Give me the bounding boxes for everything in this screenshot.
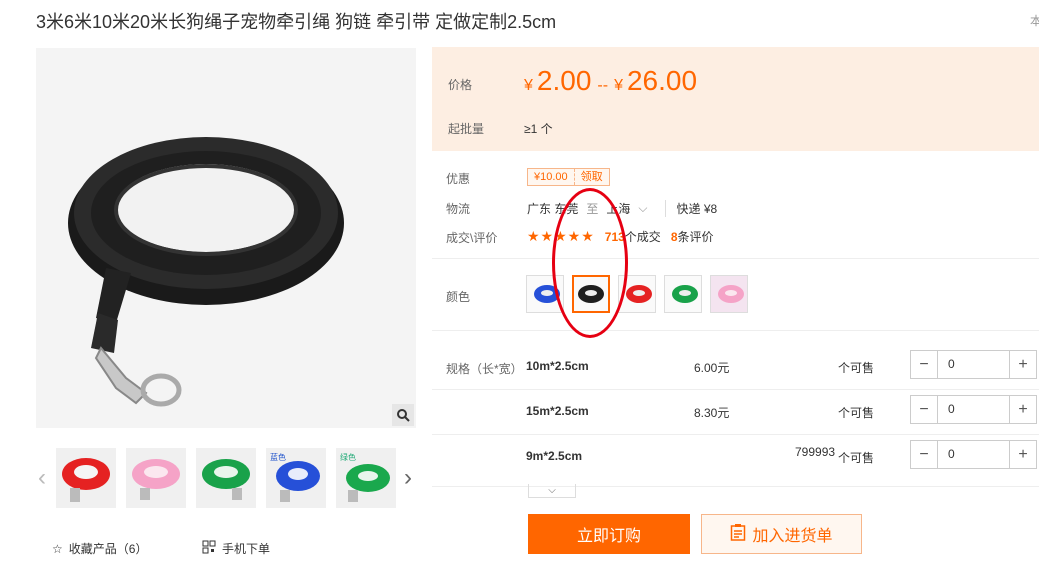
currency-symbol: ¥ <box>614 77 623 94</box>
title-right-text: 本 <box>1030 14 1039 28</box>
minus-icon[interactable]: − <box>911 396 937 423</box>
product-title: 3米6米10米20米长狗绳子宠物牵引绳 狗链 牵引带 定做定制2.5cm <box>36 12 557 32</box>
spec-name: 10m*2.5cm <box>526 359 589 373</box>
logistics-from: 广东 东莞 <box>527 202 579 216</box>
thumbnail-pink[interactable] <box>126 448 186 508</box>
quantity-stepper: − 0 + <box>910 395 1037 424</box>
price-label: 价格 <box>448 78 473 92</box>
expand-specs-chevron-down-icon[interactable]: ⌵ <box>528 484 576 498</box>
main-product-image[interactable] <box>36 48 416 428</box>
section-divider <box>432 330 1039 331</box>
logistics-label: 物流 <box>446 202 471 216</box>
plus-icon[interactable]: + <box>1010 441 1036 468</box>
quantity-stepper: − 0 + <box>910 350 1037 379</box>
mobile-order-button[interactable]: 手机下单 <box>202 540 270 557</box>
spec-name: 9m*2.5cm <box>526 449 583 463</box>
thumb-prev-icon[interactable]: ‹ <box>34 464 50 492</box>
deals-number: 713 <box>604 230 625 244</box>
spec-price: 6.00元 <box>694 361 730 375</box>
color-swatch-red[interactable] <box>618 275 656 313</box>
favorite-label: 收藏产品（6） <box>68 542 148 556</box>
reviews-text: 条评价 <box>677 230 714 244</box>
coupon-get-button[interactable]: 领取 <box>573 169 609 185</box>
chevron-down-icon[interactable]: ⌵ <box>638 201 647 216</box>
deals-text: 个成交 <box>624 230 661 244</box>
reviews-info: ★★★★★ 713个成交 8条评价 <box>527 228 714 245</box>
color-swatch-blue[interactable] <box>526 275 564 313</box>
price-high: 26.00 <box>626 65 698 96</box>
currency-symbol: ¥ <box>524 77 533 94</box>
quantity-input[interactable]: 0 <box>937 396 1010 423</box>
spec-row: 10m*2.5cm 6.00元 个可售 − 0 + <box>432 345 1039 390</box>
rating-stars-icon: ★★★★★ <box>527 228 595 244</box>
plus-icon[interactable]: + <box>1010 351 1036 378</box>
color-swatch-black[interactable] <box>572 275 610 313</box>
thumb-tag: 绿色 <box>340 453 356 462</box>
reviews-label: 成交\评价 <box>446 231 498 245</box>
logistics-to-word: 至 <box>586 202 599 216</box>
express-fee: 快递 ¥8 <box>665 200 717 217</box>
quantity-input[interactable]: 0 <box>937 351 1010 378</box>
spec-availability: 个可售 <box>838 451 875 465</box>
logistics-info: 广东 东莞 至 上海 ⌵ 快递 ¥8 <box>527 200 717 217</box>
spec-name: 15m*2.5cm <box>526 404 589 418</box>
quantity-input[interactable]: 0 <box>937 441 1010 468</box>
qrcode-icon <box>202 540 216 557</box>
thumb-next-icon[interactable]: › <box>400 464 416 492</box>
thumbnail-green[interactable] <box>196 448 256 508</box>
price-box: 价格 ¥ 2.00 -- ¥ 26.00 起批量 ≥1 个 <box>432 47 1039 151</box>
thumbnail-strip: ‹ 蓝色 绿色 › <box>36 446 421 510</box>
color-swatch-green[interactable] <box>664 275 702 313</box>
clipboard-icon <box>730 523 746 546</box>
price-low: 2.00 <box>536 65 592 96</box>
spec-availability: 个可售 <box>838 406 875 420</box>
logistics-destination[interactable]: 上海 <box>606 200 630 217</box>
add-to-cart-button[interactable]: 加入进货单 <box>701 514 862 554</box>
coupon-amount: ¥10.00 <box>534 171 568 183</box>
coupon-label: 优惠 <box>446 172 471 186</box>
reviews-number: 8 <box>670 230 678 244</box>
reviews-count[interactable]: 8条评价 <box>671 228 714 245</box>
thumbnail-red[interactable] <box>56 448 116 508</box>
coupon-badge[interactable]: ¥10.00 领取 <box>527 168 610 186</box>
price-separator: -- <box>597 77 609 94</box>
spec-availability: 个可售 <box>838 361 875 375</box>
spec-price: 8.30元 <box>694 406 730 420</box>
zoom-icon[interactable] <box>392 404 414 426</box>
spec-row: 9m*2.5cm 799993 个可售 − 0 + <box>432 435 1039 487</box>
add-to-cart-label: 加入进货单 <box>752 528 833 545</box>
thumbnail-blue[interactable]: 蓝色 <box>266 448 326 508</box>
leash-coil-image <box>68 137 344 407</box>
quantity-stepper: − 0 + <box>910 440 1037 469</box>
price-range: ¥ 2.00 -- ¥ 26.00 <box>524 65 697 97</box>
favorite-button[interactable]: ☆ 收藏产品（6） <box>52 540 147 557</box>
star-outline-icon: ☆ <box>52 541 63 556</box>
plus-icon[interactable]: + <box>1010 396 1036 423</box>
moq-label: 起批量 <box>448 122 485 136</box>
buy-now-button[interactable]: 立即订购 <box>528 514 690 554</box>
color-options <box>526 275 748 313</box>
color-label: 颜色 <box>446 290 471 304</box>
thumb-tag: 蓝色 <box>270 453 286 462</box>
moq-value: ≥1 个 <box>524 122 553 136</box>
color-swatch-pink[interactable] <box>710 275 748 313</box>
minus-icon[interactable]: − <box>911 351 937 378</box>
spec-stock: 799993 <box>795 445 836 459</box>
minus-icon[interactable]: − <box>911 441 937 468</box>
spec-row: 15m*2.5cm 8.30元 个可售 − 0 + <box>432 390 1039 435</box>
mobile-order-label: 手机下单 <box>222 542 271 556</box>
section-divider <box>432 258 1039 259</box>
thumbnail-green-2[interactable]: 绿色 <box>336 448 396 508</box>
deals-count[interactable]: 713个成交 <box>605 228 661 245</box>
